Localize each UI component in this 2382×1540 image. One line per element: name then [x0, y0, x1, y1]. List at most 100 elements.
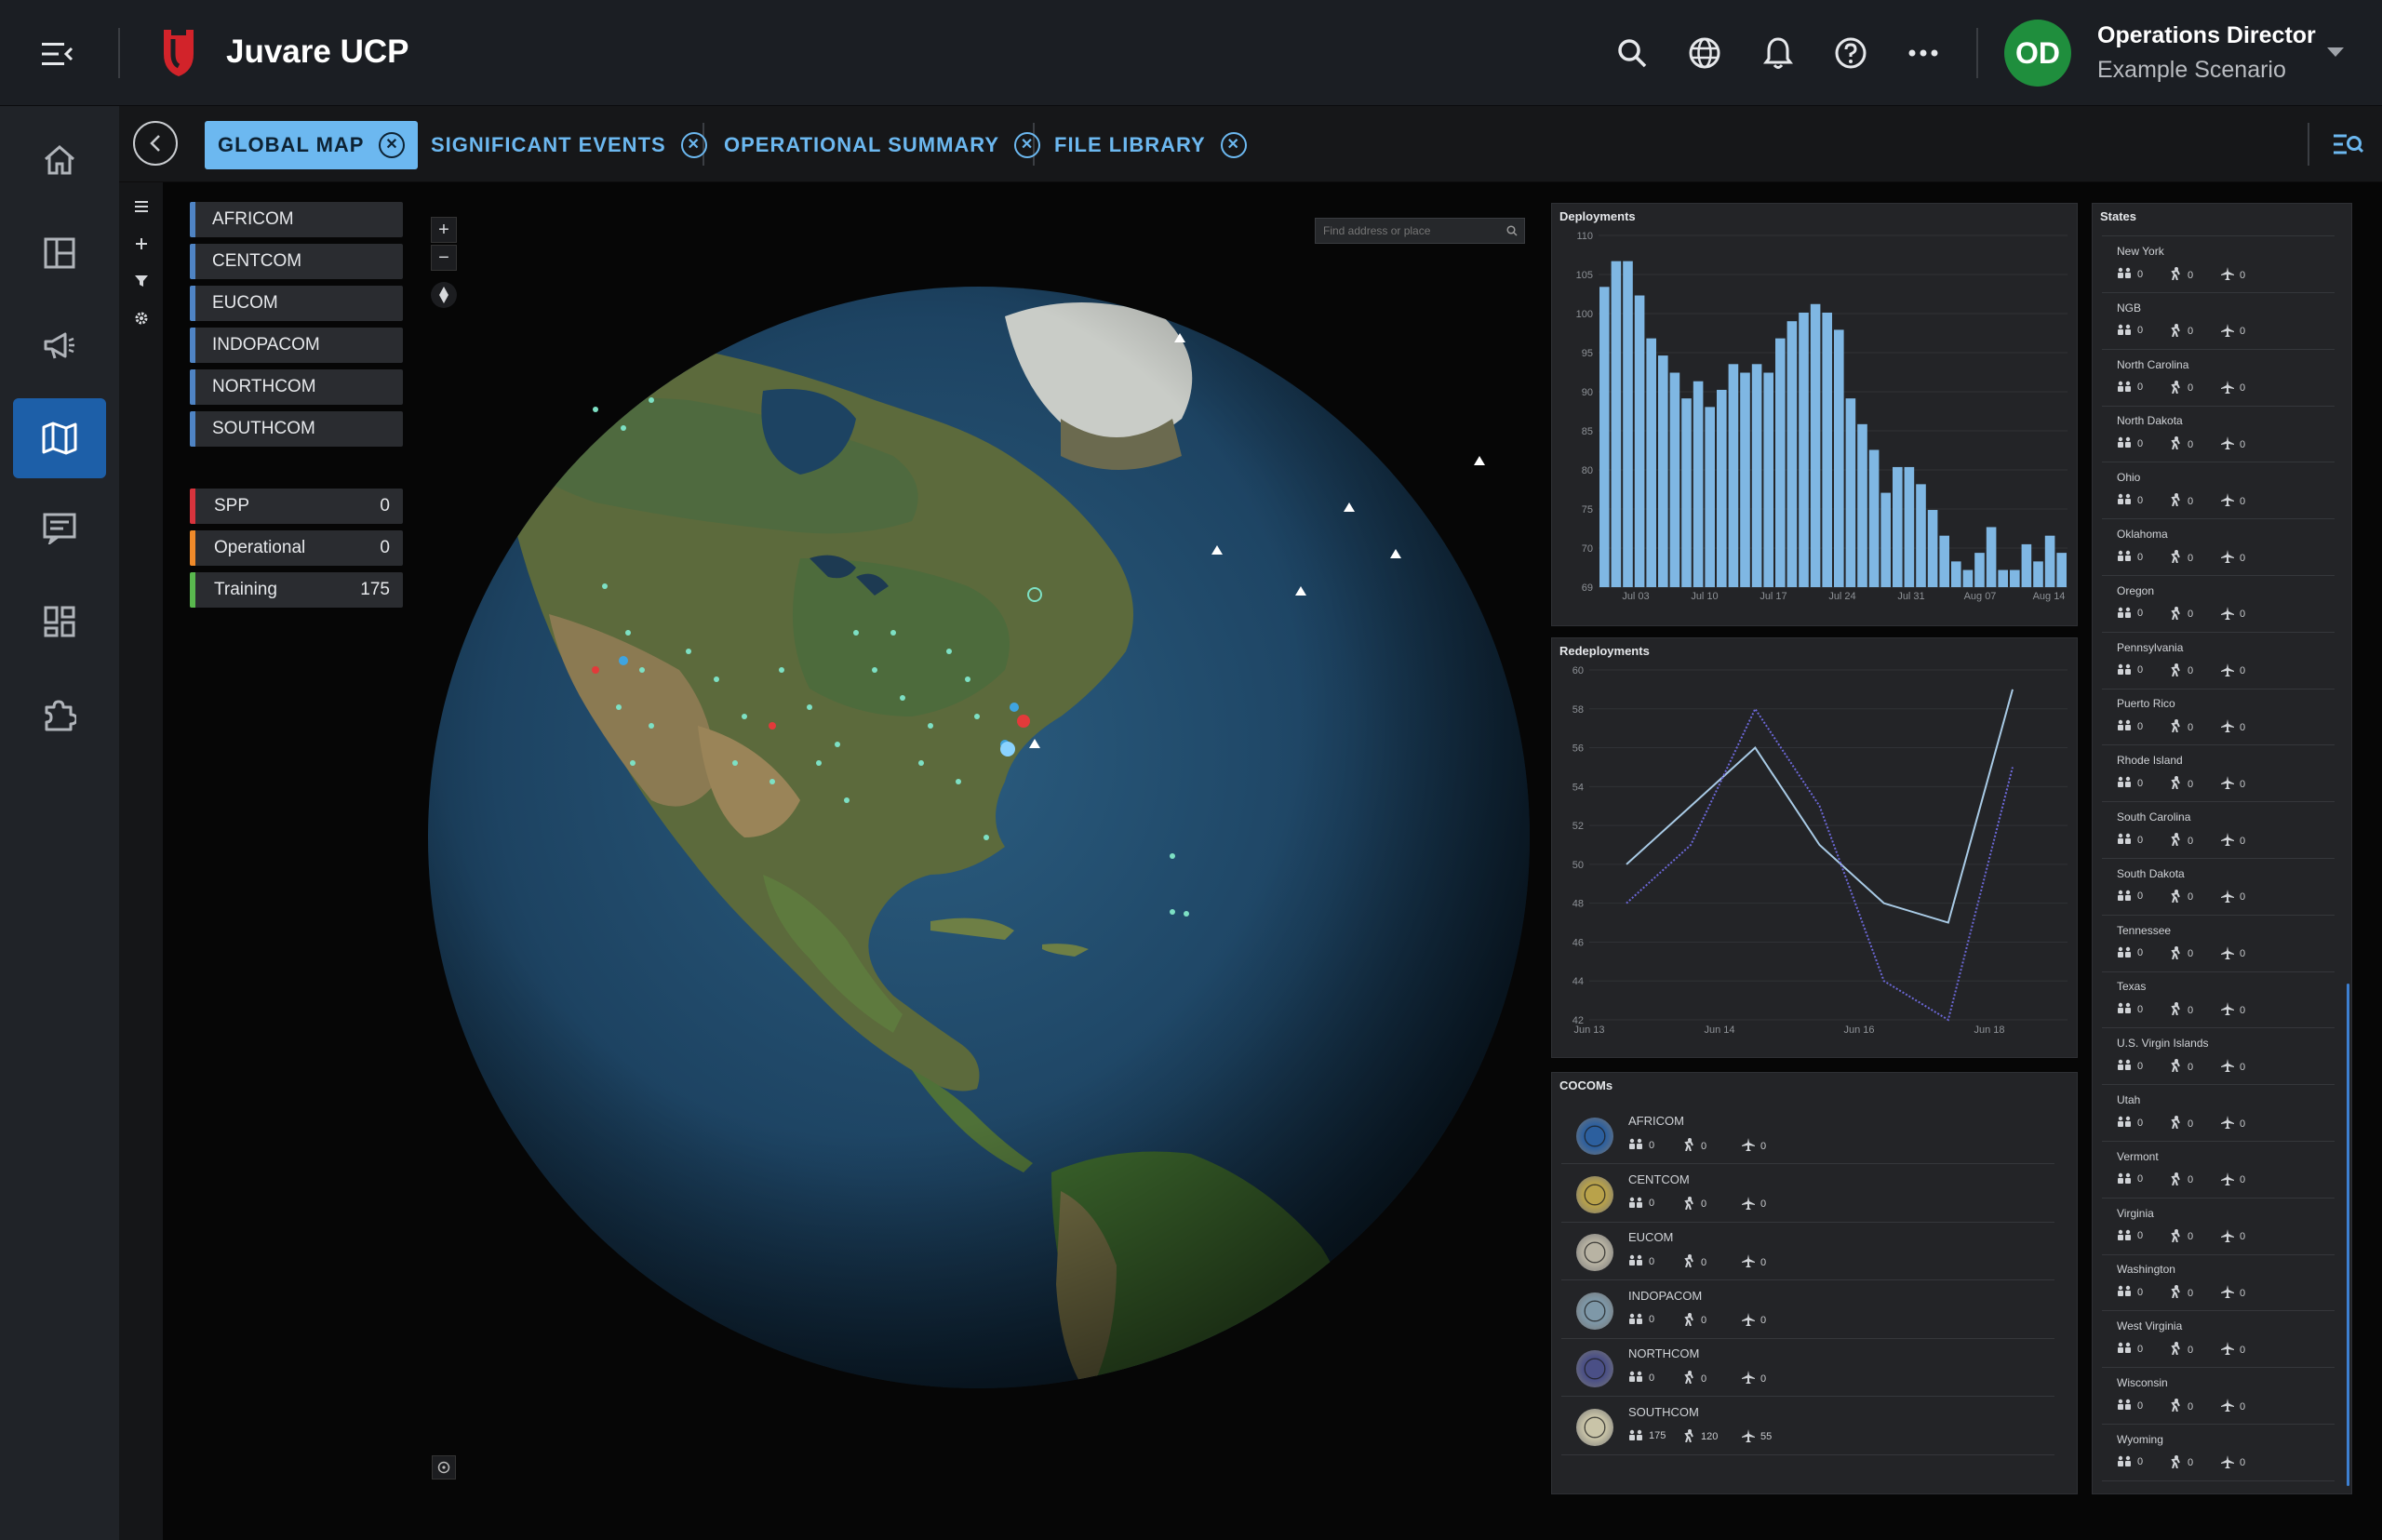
state-row[interactable]: NGB 0 0 0 [2102, 294, 2335, 350]
count-value: 0 [2137, 608, 2144, 620]
search-icon[interactable] [1607, 28, 1657, 78]
state-row[interactable]: Wyoming 0 0 0 [2102, 1426, 2335, 1481]
bell-icon[interactable] [1753, 28, 1803, 78]
state-name: Virginia [2117, 1206, 2154, 1220]
state-row[interactable]: South Carolina 0 0 0 [2102, 803, 2335, 859]
walking-count: 0 [1682, 1312, 1706, 1329]
cocom-row[interactable]: NORTHCOM 0 0 0 [1561, 1339, 2054, 1397]
add-icon[interactable] [130, 233, 153, 255]
tab-file-library[interactable]: FILE LIBRARY ✕ [1054, 121, 1247, 169]
state-row[interactable]: Pennsylvania 0 0 0 [2102, 634, 2335, 690]
state-row[interactable]: Ohio 0 0 0 [2102, 463, 2335, 520]
scrollbar-thumb[interactable] [2347, 984, 2349, 1486]
people-group-icon [2117, 493, 2137, 507]
collapse-menu-icon[interactable] [37, 33, 78, 74]
panel-search-icon[interactable] [2328, 125, 2369, 166]
legend-label: EUCOM [212, 293, 278, 313]
bar [1822, 312, 1832, 587]
dashboard-icon[interactable] [37, 599, 82, 644]
tab-significant-events[interactable]: SIGNIFICANT EVENTS ✕ [431, 121, 707, 169]
category-training[interactable]: Training 175 [190, 572, 403, 608]
globe-icon[interactable] [1679, 28, 1730, 78]
close-icon[interactable]: ✕ [1014, 132, 1041, 158]
globe-map[interactable] [409, 279, 1545, 1433]
count-value: 0 [2188, 1287, 2194, 1299]
state-row[interactable]: Texas 0 0 0 [2102, 972, 2335, 1029]
legend-centcom[interactable]: CENTCOM [190, 244, 403, 279]
people-group-icon [2117, 663, 2137, 677]
message-board-icon[interactable] [37, 506, 82, 551]
cocom-row[interactable]: CENTCOM 0 0 0 [1561, 1165, 2054, 1223]
state-row[interactable]: North Dakota 0 0 0 [2102, 407, 2335, 463]
count-value: 0 [2137, 720, 2144, 732]
map-info-icon[interactable] [432, 1455, 456, 1480]
state-row[interactable]: Utah 0 0 0 [2102, 1086, 2335, 1142]
back-chevron-left-icon[interactable] [133, 121, 178, 166]
count-value: 0 [1701, 1199, 1707, 1210]
settings-gear-icon[interactable] [130, 307, 153, 329]
state-row[interactable]: North Carolina 0 0 0 [2102, 351, 2335, 407]
state-row[interactable]: Oklahoma 0 0 0 [2102, 520, 2335, 576]
state-row[interactable]: West Virginia 0 0 0 [2102, 1312, 2335, 1369]
tab-global-map[interactable]: GLOBAL MAP ✕ [205, 121, 419, 169]
close-icon[interactable]: ✕ [680, 132, 707, 158]
compass-icon[interactable] [431, 282, 457, 308]
user-menu-chevron-down-icon[interactable] [2322, 41, 2349, 63]
walking-person-icon [2169, 1285, 2188, 1301]
state-row[interactable]: Oregon 0 0 0 [2102, 577, 2335, 633]
bar [1845, 398, 1856, 587]
state-row[interactable]: Washington 0 0 0 [2102, 1255, 2335, 1312]
category-spp[interactable]: SPP 0 [190, 489, 403, 524]
state-row[interactable]: Virginia 0 0 0 [2102, 1199, 2335, 1255]
help-icon[interactable] [1826, 28, 1876, 78]
personnel-count: 0 [2117, 1455, 2143, 1469]
state-row[interactable]: New York 0 0 0 [2102, 237, 2335, 293]
flight-count: 0 [2221, 267, 2245, 283]
state-row[interactable]: Vermont 0 0 0 [2102, 1143, 2335, 1199]
more-icon[interactable] [1898, 28, 1948, 78]
count-value: 0 [1649, 1372, 1655, 1384]
state-row[interactable]: Tennessee 0 0 0 [2102, 917, 2335, 972]
cocom-row[interactable]: INDOPACOM 0 0 0 [1561, 1281, 2054, 1339]
map-search-input[interactable] [1316, 219, 1498, 243]
people-group-icon [2117, 1285, 2137, 1299]
airplane-icon [2221, 1454, 2240, 1471]
cocom-row[interactable]: SOUTHCOM 175 120 55 [1561, 1398, 2054, 1455]
legend-eucom[interactable]: EUCOM [190, 286, 403, 321]
state-row[interactable]: Rhode Island 0 0 0 [2102, 746, 2335, 803]
walking-person-icon [2169, 267, 2188, 283]
count-value: 0 [2137, 1003, 2144, 1015]
close-icon[interactable]: ✕ [1220, 132, 1247, 158]
bar [1693, 381, 1704, 587]
zoom-out-button[interactable]: − [431, 245, 457, 271]
legend-southcom[interactable]: SOUTHCOM [190, 411, 403, 447]
close-icon[interactable]: ✕ [379, 132, 406, 158]
category-operational[interactable]: Operational 0 [190, 530, 403, 566]
people-group-icon [2117, 946, 2137, 960]
legend-northcom[interactable]: NORTHCOM [190, 369, 403, 405]
state-row[interactable]: U.S. Virgin Islands 0 0 0 [2102, 1029, 2335, 1086]
home-icon[interactable] [37, 138, 82, 182]
walking-count: 0 [2169, 380, 2193, 396]
extensions-puzzle-icon[interactable] [37, 692, 82, 737]
state-row[interactable]: Puerto Rico 0 0 0 [2102, 690, 2335, 746]
category-label: Training [214, 580, 277, 599]
layout-icon[interactable] [37, 231, 82, 275]
state-row[interactable]: South Dakota 0 0 0 [2102, 860, 2335, 916]
bar [1904, 466, 1915, 587]
count-value: 0 [2137, 268, 2144, 280]
filter-icon[interactable] [130, 270, 153, 292]
sidebar-item-map[interactable] [13, 398, 106, 478]
avatar[interactable]: OD [2004, 20, 2071, 87]
cocom-row[interactable]: AFRICOM 0 0 0 [1561, 1106, 2054, 1164]
legend-africom[interactable]: AFRICOM [190, 202, 403, 237]
tab-operational-summary[interactable]: OPERATIONAL SUMMARY ✕ [724, 121, 1041, 169]
zoom-in-button[interactable]: + [431, 217, 457, 243]
megaphone-icon[interactable] [37, 324, 82, 368]
cocom-row[interactable]: EUCOM 0 0 0 [1561, 1223, 2054, 1280]
search-icon[interactable] [1504, 222, 1520, 239]
x-tick-label: Jun 14 [1704, 1024, 1734, 1036]
list-icon[interactable] [130, 195, 153, 218]
legend-indopacom[interactable]: INDOPACOM [190, 328, 403, 363]
state-row[interactable]: Wisconsin 0 0 0 [2102, 1369, 2335, 1425]
